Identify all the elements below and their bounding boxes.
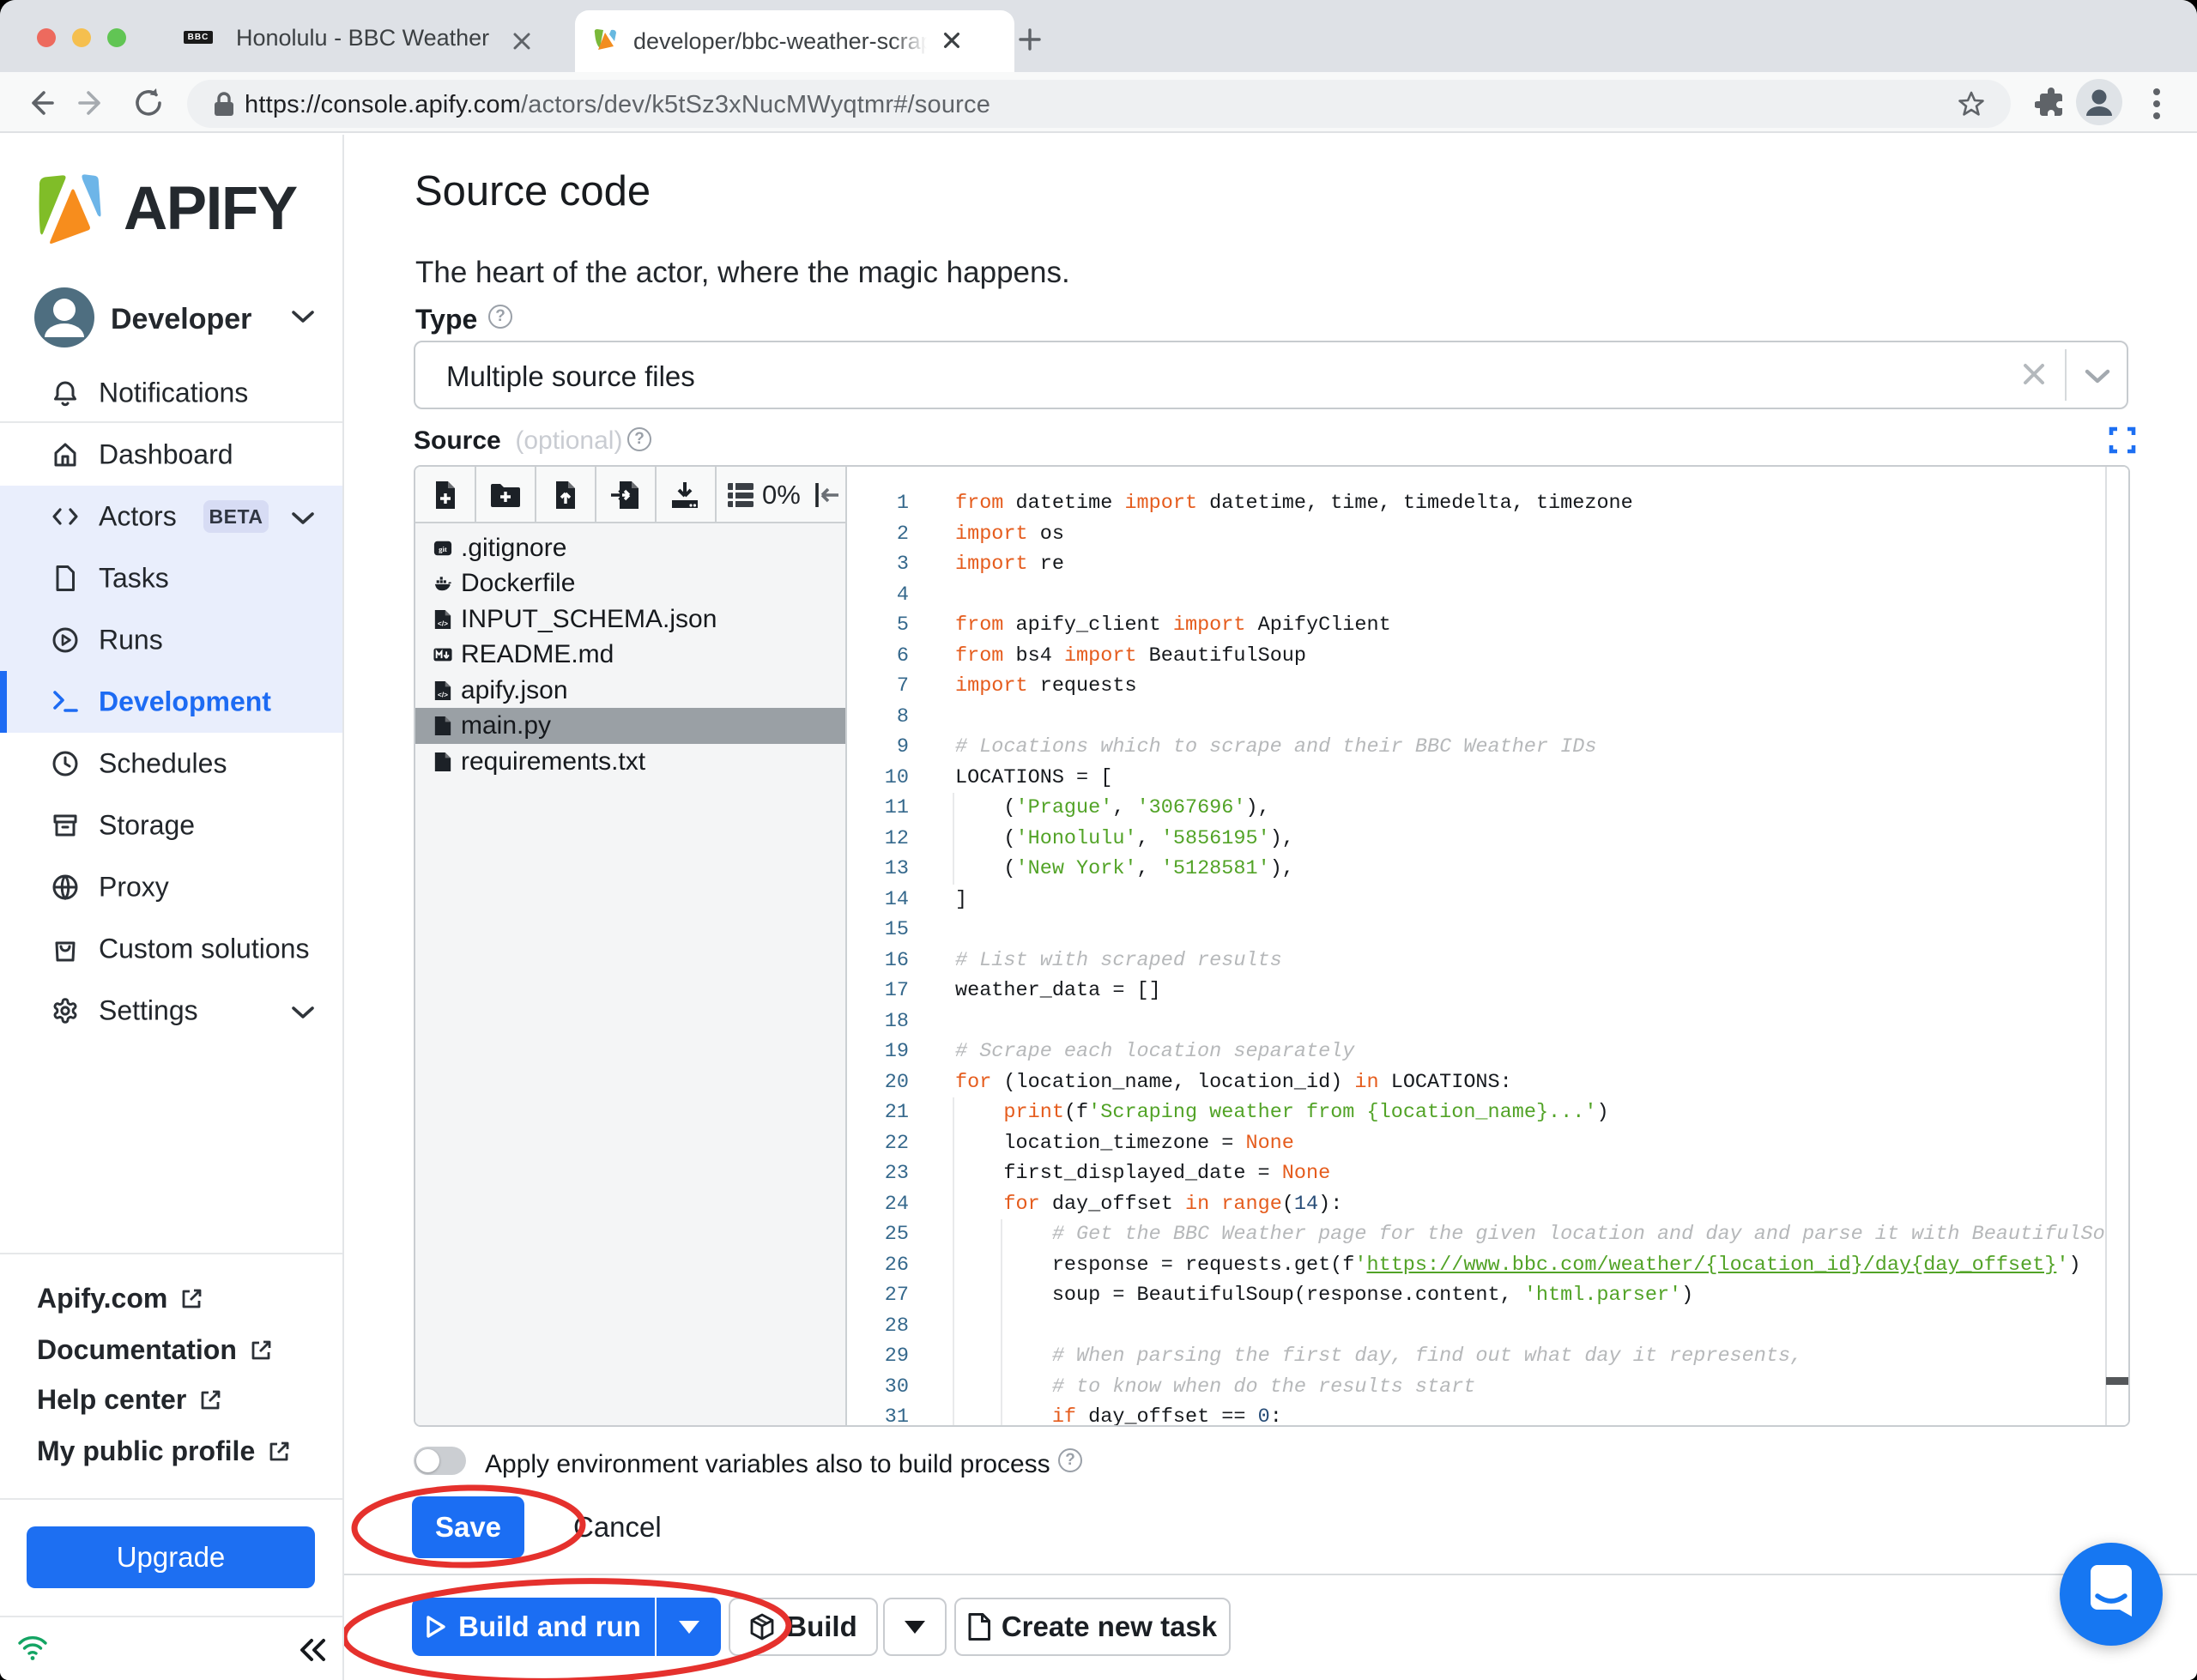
svg-text:</>: </>	[438, 691, 448, 698]
svg-text:git: git	[439, 545, 447, 553]
svg-text:</>: </>	[438, 619, 448, 627]
